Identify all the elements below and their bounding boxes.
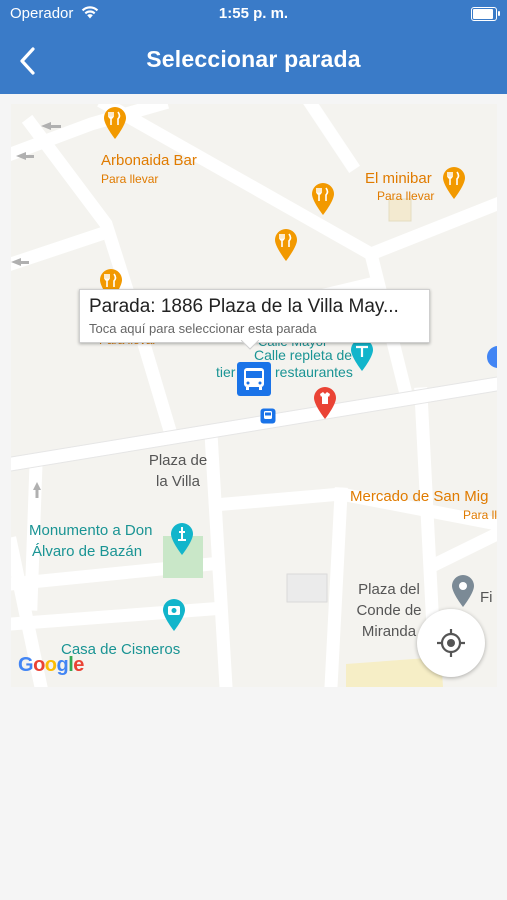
battery-level-fill: [473, 9, 493, 19]
status-time: 1:55 p. m.: [218, 5, 289, 22]
restaurant-pin-icon[interactable]: [102, 106, 128, 140]
place-label-minibar[interactable]: El minibar: [365, 170, 432, 187]
google-logo-letter: g: [56, 654, 69, 676]
place-label-monumento-2: Álvaro de Bazán: [32, 543, 143, 560]
place-label-plaza-villa-2: la Villa: [156, 473, 200, 490]
restaurant-pin-icon[interactable]: [273, 228, 299, 262]
restaurant-pin-icon[interactable]: [441, 166, 467, 200]
google-logo-letter: e: [73, 654, 84, 676]
place-label-monumento-1[interactable]: Monumento a Don: [29, 522, 152, 539]
stop-callout[interactable]: Parada: 1886 Plaza de la Villa May... To…: [79, 289, 430, 343]
map-view[interactable]: Arbonaida Bar Para llevar El minibar Par…: [11, 104, 497, 687]
place-label-calle-repleta-2: restaurantes: [275, 364, 353, 380]
place-label-fi: Fi: [480, 589, 493, 606]
selected-bus-stop-icon[interactable]: [236, 361, 272, 397]
page-title: Seleccionar parada: [146, 46, 361, 72]
transit-pin-icon[interactable]: [485, 344, 497, 370]
bus-stop-icon[interactable]: [260, 408, 276, 424]
google-logo-letter: G: [18, 654, 34, 676]
place-label-calle-repleta-pre: tier: [216, 364, 236, 380]
restaurant-pin-icon[interactable]: [310, 182, 336, 216]
callout-title: Parada: 1886 Plaza de la Villa May...: [89, 296, 399, 317]
google-logo-letter: o: [44, 654, 57, 676]
monument-pin-icon[interactable]: [169, 522, 195, 556]
place-label-arbonaida[interactable]: Arbonaida Bar: [101, 152, 197, 169]
attraction-pin-icon[interactable]: [349, 338, 375, 372]
google-logo-letter: o: [33, 654, 45, 676]
shopping-pin-icon[interactable]: [312, 386, 338, 420]
place-label-plaza-conde-1: Plaza del: [358, 581, 420, 598]
callout-subtitle: Toca aquí para seleccionar esta parada: [89, 321, 317, 336]
crosshair-icon: [437, 629, 465, 657]
place-label-mercado[interactable]: Mercado de San Mig: [350, 488, 488, 505]
google-logo: Google: [18, 654, 84, 677]
place-sublabel-mercado: Para ll: [463, 508, 497, 522]
museum-pin-icon[interactable]: [161, 598, 187, 632]
place-label-plaza-villa-1: Plaza de: [148, 452, 208, 469]
place-pin-icon[interactable]: [450, 574, 476, 608]
navigation-bar: Seleccionar parada: [0, 28, 507, 94]
my-location-button[interactable]: [417, 609, 485, 677]
place-sublabel-minibar: Para llevar: [377, 189, 435, 203]
status-bar: Operador 1:55 p. m.: [0, 0, 507, 28]
place-label-calle-repleta[interactable]: Calle repleta de: [254, 347, 352, 363]
callout-pointer: [241, 340, 259, 350]
place-sublabel-arbonaida: Para llevar: [101, 172, 159, 186]
google-logo-text: Google: [18, 654, 84, 676]
battery-icon: [471, 7, 500, 21]
